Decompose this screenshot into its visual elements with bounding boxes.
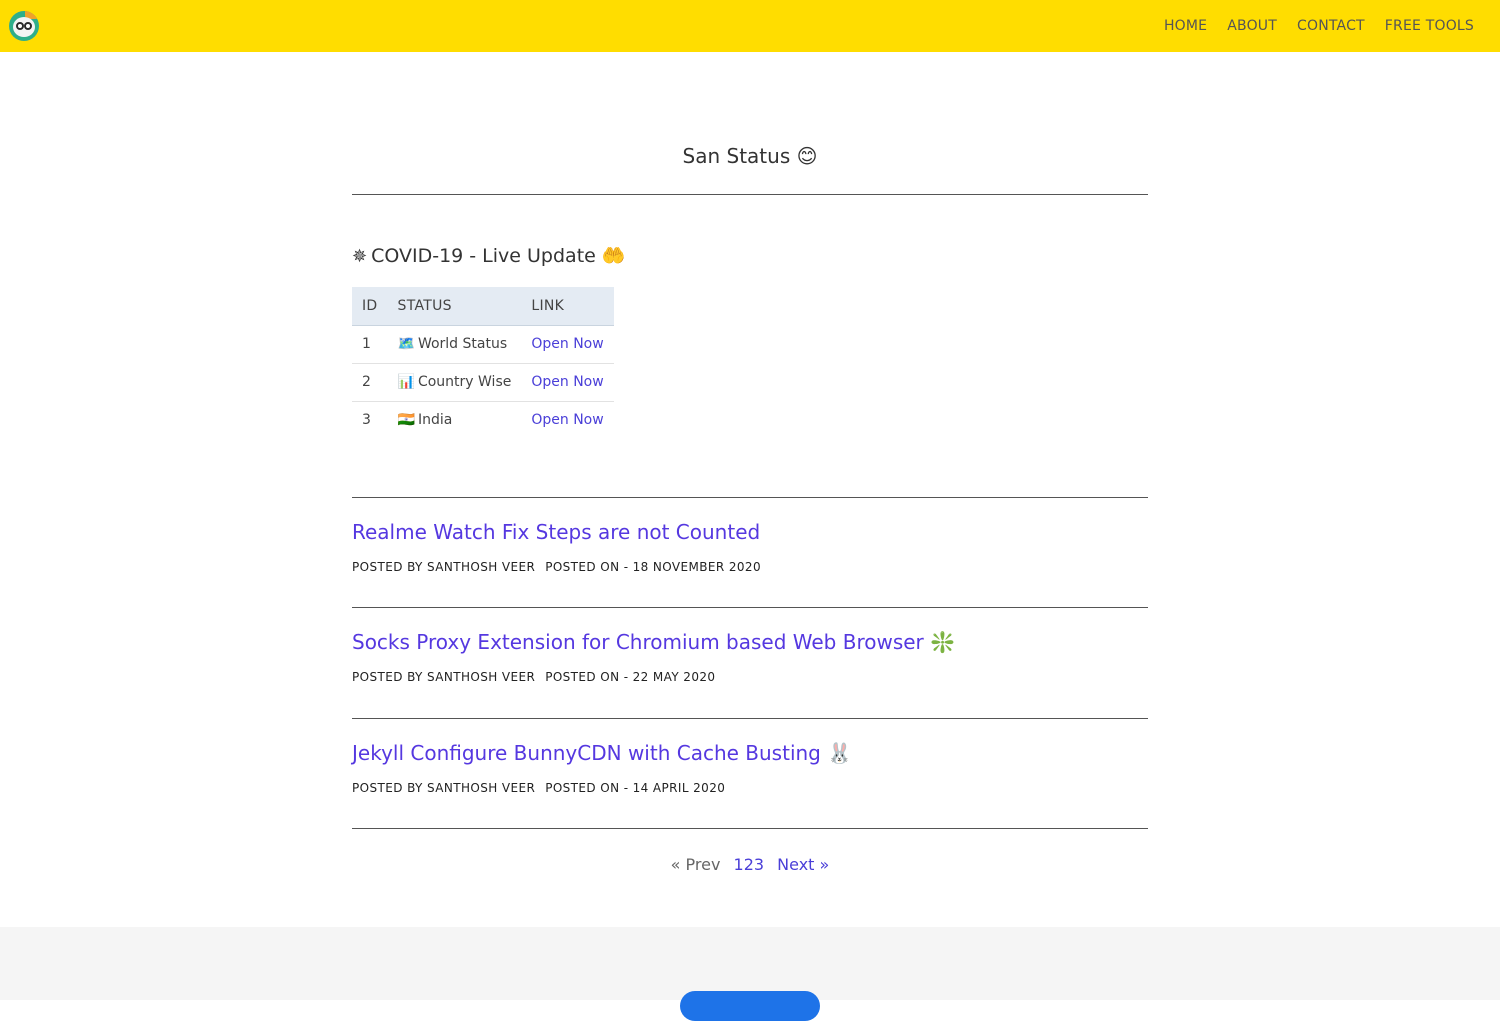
column-header-link: LINK — [521, 287, 614, 326]
footer — [0, 927, 1500, 1021]
post-author: POSTED BY SANTHOSH VEER — [352, 560, 536, 574]
post-meta: POSTED BY SANTHOSH VEER POSTED ON - 14 AP… — [352, 781, 1148, 795]
post-item: Jekyll Configure BunnyCDN with Cache Bus… — [352, 741, 1148, 795]
divider — [352, 828, 1148, 829]
footer-button[interactable] — [680, 991, 820, 1021]
open-now-link[interactable]: Open Now — [531, 412, 603, 428]
post-date: POSTED ON - 14 APRIL 2020 — [545, 781, 726, 795]
page-title: San Status 😊 — [682, 144, 818, 168]
column-header-id: ID — [352, 287, 388, 326]
table-row: 3 🇮🇳 India Open Now — [352, 401, 614, 439]
post-meta: POSTED BY SANTHOSH VEER POSTED ON - 22 MA… — [352, 670, 1148, 684]
open-now-link[interactable]: Open Now — [531, 374, 603, 390]
main-nav: HOME ABOUT CONTACT FREE TOOLS — [1164, 0, 1474, 52]
pagination: « Prev 123 Next » — [352, 855, 1148, 874]
table-header-row: ID STATUS LINK — [352, 287, 614, 326]
row-link-cell: Open Now — [521, 363, 614, 402]
divider — [352, 194, 1148, 195]
table-row: 2 📊 Country Wise Open Now — [352, 363, 614, 402]
post-author: POSTED BY SANTHOSH VEER — [352, 781, 536, 795]
nav-about[interactable]: ABOUT — [1227, 18, 1277, 34]
row-link-cell: Open Now — [521, 325, 614, 364]
post-date: POSTED ON - 18 NOVEMBER 2020 — [545, 560, 761, 574]
page-numbers[interactable]: 123 — [734, 855, 765, 874]
nav-contact[interactable]: CONTACT — [1297, 18, 1365, 34]
gear-icon: ✵ — [352, 246, 368, 267]
hand-drop-icon: 🤲 — [601, 245, 626, 267]
nav-free-tools[interactable]: FREE TOOLS — [1385, 18, 1474, 34]
row-status: 📊 Country Wise — [387, 363, 522, 402]
divider — [352, 497, 1148, 498]
column-header-status: STATUS — [387, 287, 522, 326]
top-navbar: HOME ABOUT CONTACT FREE TOOLS — [0, 0, 1500, 52]
nav-home[interactable]: HOME — [1164, 18, 1207, 34]
post-author: POSTED BY SANTHOSH VEER — [352, 670, 536, 684]
next-page-link[interactable]: Next » — [777, 855, 829, 874]
row-link-cell: Open Now — [521, 401, 613, 439]
row-id: 2 — [352, 363, 388, 402]
divider — [352, 718, 1148, 719]
divider — [352, 607, 1148, 608]
table-row: 1 🗺️ World Status Open Now — [352, 325, 614, 364]
open-now-link[interactable]: Open Now — [531, 336, 603, 352]
post-item: Realme Watch Fix Steps are not Counted P… — [352, 520, 1148, 574]
post-title-link[interactable]: Socks Proxy Extension for Chromium based… — [352, 630, 1148, 654]
row-id: 1 — [352, 325, 388, 364]
covid-heading: ✵ COVID-19 - Live Update 🤲 — [352, 244, 626, 267]
row-status: 🇮🇳 India — [397, 412, 453, 429]
covid-status-table: ID STATUS LINK 1 🗺️ World Status Open Now… — [352, 287, 614, 439]
india-flag-icon: 🇮🇳 — [397, 412, 415, 429]
row-id: 3 — [362, 412, 371, 429]
covid-heading-text: COVID-19 - Live Update — [371, 245, 596, 267]
site-logo-icon[interactable] — [9, 11, 39, 41]
prev-page-label: « Prev — [670, 855, 721, 874]
post-title-link[interactable]: Jekyll Configure BunnyCDN with Cache Bus… — [352, 741, 1148, 765]
post-date: POSTED ON - 22 MAY 2020 — [545, 670, 716, 684]
map-icon: 🗺️ — [397, 336, 415, 352]
post-meta: POSTED BY SANTHOSH VEER POSTED ON - 18 NO… — [352, 560, 1148, 574]
post-title-link[interactable]: Realme Watch Fix Steps are not Counted — [352, 520, 1148, 544]
post-item: Socks Proxy Extension for Chromium based… — [352, 630, 1148, 684]
bar-chart-icon: 📊 — [397, 374, 415, 390]
row-status: 🗺️ World Status — [387, 325, 522, 364]
